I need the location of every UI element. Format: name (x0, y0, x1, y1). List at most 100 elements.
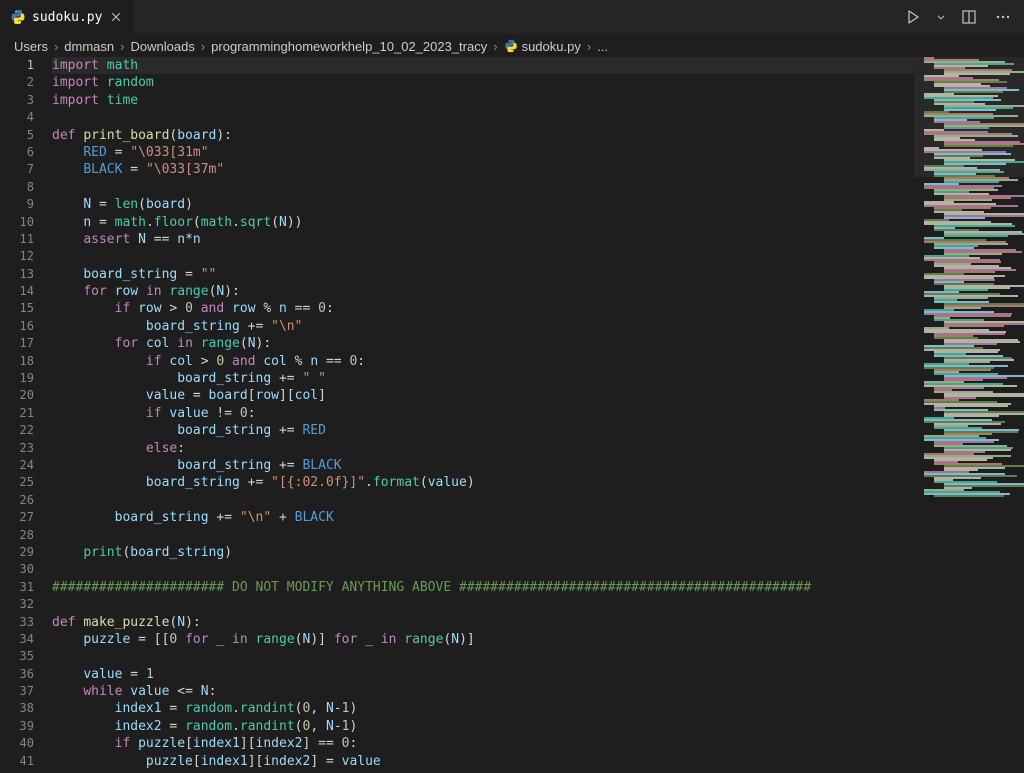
line-number: 38 (0, 700, 34, 717)
line-number: 2 (0, 74, 34, 91)
line-number: 36 (0, 666, 34, 683)
line-number: 9 (0, 196, 34, 213)
line-number: 13 (0, 266, 34, 283)
line-number: 3 (0, 92, 34, 109)
chevron-right-icon: › (120, 39, 124, 54)
code-line[interactable]: board_string += "\n" + BLACK (52, 509, 1024, 526)
minimap-line (944, 235, 1008, 237)
line-number: 25 (0, 474, 34, 491)
code-line[interactable]: puzzle = [[0 for _ in range(N)] for _ in… (52, 631, 1024, 648)
code-line[interactable]: board_string += "\n" (52, 318, 1024, 335)
split-editor-icon[interactable] (958, 6, 980, 28)
line-number: 7 (0, 161, 34, 178)
chevron-right-icon: › (587, 39, 591, 54)
code-line[interactable]: board_string += " " (52, 370, 1024, 387)
code-line[interactable]: BLACK = "\033[37m" (52, 161, 1024, 178)
code-line[interactable]: import time (52, 92, 1024, 109)
code-line[interactable]: if row > 0 and row % n == 0: (52, 300, 1024, 317)
minimap-line (944, 145, 1013, 147)
code-line[interactable]: assert N == n*n (52, 231, 1024, 248)
line-number: 39 (0, 718, 34, 735)
chevron-down-icon[interactable] (936, 6, 946, 28)
python-icon (504, 39, 518, 53)
python-icon (10, 9, 26, 25)
code-line[interactable] (52, 561, 1024, 578)
crumb-4[interactable]: sudoku.py (504, 39, 581, 54)
crumb-2[interactable]: Downloads (131, 39, 195, 54)
line-number: 19 (0, 370, 34, 387)
code-line[interactable] (52, 109, 1024, 126)
line-number: 29 (0, 544, 34, 561)
line-number: 16 (0, 318, 34, 335)
code-line[interactable] (52, 492, 1024, 509)
code-line[interactable]: ###################### DO NOT MODIFY ANY… (52, 579, 1024, 596)
line-number: 27 (0, 509, 34, 526)
code-line[interactable]: index1 = random.randint(0, N-1) (52, 700, 1024, 717)
chevron-right-icon: › (201, 39, 205, 54)
minimap-line (944, 325, 1004, 327)
line-number: 17 (0, 335, 34, 352)
more-icon[interactable] (992, 6, 1014, 28)
line-number: 6 (0, 144, 34, 161)
crumb-1[interactable]: dmmasn (64, 39, 114, 54)
tab-bar: sudoku.py (0, 0, 1024, 35)
minimap-line (934, 495, 1004, 497)
code-line[interactable]: board_string = "" (52, 266, 1024, 283)
minimap-line (944, 127, 989, 129)
code-line[interactable]: value = 1 (52, 666, 1024, 683)
line-number: 1 (0, 57, 34, 74)
line-number: 15 (0, 300, 34, 317)
line-number: 21 (0, 405, 34, 422)
code-line[interactable]: while value <= N: (52, 683, 1024, 700)
crumb-0[interactable]: Users (14, 39, 48, 54)
line-number: 10 (0, 214, 34, 231)
code-line[interactable] (52, 648, 1024, 665)
line-number: 33 (0, 614, 34, 631)
code-line[interactable]: else: (52, 440, 1024, 457)
code-line[interactable]: board_string += BLACK (52, 457, 1024, 474)
code-line[interactable]: N = len(board) (52, 196, 1024, 213)
minimap-line (944, 109, 996, 111)
breadcrumb: Users › dmmasn › Downloads › programming… (0, 35, 1024, 57)
line-number: 32 (0, 596, 34, 613)
code-line[interactable]: puzzle[index1][index2] = value (52, 753, 1024, 769)
code-area[interactable]: import mathimport randomimport time def … (52, 57, 1024, 769)
line-number: 26 (0, 492, 34, 509)
code-line[interactable] (52, 248, 1024, 265)
run-icon[interactable] (902, 6, 924, 28)
code-line[interactable]: for col in range(N): (52, 335, 1024, 352)
code-line[interactable]: if value != 0: (52, 405, 1024, 422)
line-number: 11 (0, 231, 34, 248)
code-line[interactable]: if puzzle[index1][index2] == 0: (52, 735, 1024, 752)
code-line[interactable]: for row in range(N): (52, 283, 1024, 300)
code-line[interactable]: board_string += "[{:02.0f}]".format(valu… (52, 474, 1024, 491)
crumb-3[interactable]: programminghomeworkhelp_10_02_2023_tracy (211, 39, 487, 54)
code-line[interactable]: import random (52, 74, 1024, 91)
line-number: 20 (0, 387, 34, 404)
code-line[interactable] (52, 179, 1024, 196)
line-number: 5 (0, 127, 34, 144)
line-number: 30 (0, 561, 34, 578)
chevron-right-icon: › (54, 39, 58, 54)
code-line[interactable]: def make_puzzle(N): (52, 614, 1024, 631)
close-icon[interactable] (108, 9, 124, 25)
line-number: 34 (0, 631, 34, 648)
code-line[interactable]: if col > 0 and col % n == 0: (52, 353, 1024, 370)
minimap-line (944, 217, 985, 219)
code-line[interactable] (52, 596, 1024, 613)
code-line[interactable]: import math (52, 57, 1024, 74)
code-line[interactable]: index2 = random.randint(0, N-1) (52, 718, 1024, 735)
code-line[interactable] (52, 527, 1024, 544)
code-line[interactable]: def print_board(board): (52, 127, 1024, 144)
minimap[interactable] (914, 57, 1024, 769)
code-line[interactable]: print(board_string) (52, 544, 1024, 561)
editor[interactable]: 1234567891011121314151617181920212223242… (0, 57, 1024, 769)
crumb-5[interactable]: ... (597, 39, 608, 54)
code-line[interactable]: board_string += RED (52, 422, 1024, 439)
code-line[interactable]: value = board[row][col] (52, 387, 1024, 404)
line-number: 14 (0, 283, 34, 300)
chevron-right-icon: › (493, 39, 497, 54)
tab-sudoku[interactable]: sudoku.py (0, 0, 135, 35)
code-line[interactable]: RED = "\033[31m" (52, 144, 1024, 161)
code-line[interactable]: n = math.floor(math.sqrt(N)) (52, 214, 1024, 231)
